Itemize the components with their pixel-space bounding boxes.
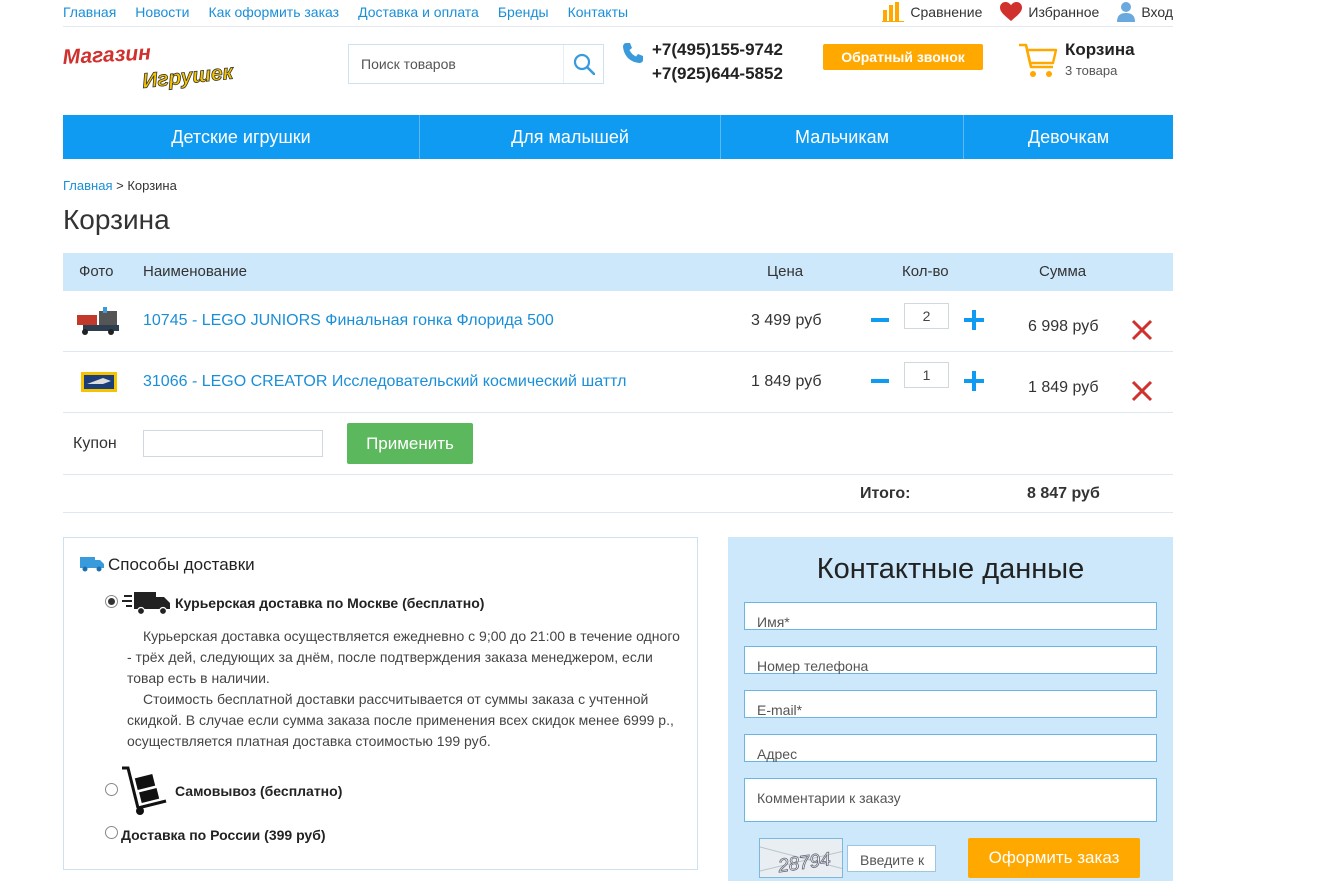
nav-boys[interactable]: Мальчикам <box>721 115 964 159</box>
main-nav: Детские игрушки Для малышей Мальчикам Де… <box>63 115 1173 159</box>
comment-field[interactable]: Комментарии к заказу <box>744 778 1157 822</box>
cart-title: Корзина <box>1065 40 1135 59</box>
remove-item-icon[interactable] <box>1131 380 1153 402</box>
increase-qty-button[interactable] <box>963 309 985 331</box>
courier-option-title[interactable]: Курьерская доставка по Москве (бесплатно… <box>175 595 484 611</box>
product-thumbnail[interactable] <box>75 305 123 337</box>
coupon-label: Купон <box>73 435 117 452</box>
user-icon <box>1117 2 1136 22</box>
courier-desc-text-1: Курьерская доставка осуществляется ежедн… <box>127 628 680 686</box>
col-photo: Фото <box>79 263 114 280</box>
courier-desc-text-2: Стоимость бесплатной доставки рассчитыва… <box>127 691 674 749</box>
phone-field[interactable]: Номер телефона <box>744 646 1157 674</box>
name-field[interactable]: Имя* <box>744 602 1157 630</box>
breadcrumb-current: Корзина <box>127 178 177 193</box>
hand-truck-icon <box>122 766 167 815</box>
page-title: Корзина <box>63 204 170 235</box>
callback-button[interactable]: Обратный звонок <box>823 44 983 70</box>
topnav-howto-link[interactable]: Как оформить заказ <box>209 4 340 20</box>
topnav-contacts-link[interactable]: Контакты <box>568 4 628 20</box>
compare-label: Сравнение <box>910 4 983 20</box>
total-row: Итого: 8 847 руб <box>63 476 1173 513</box>
pickup-radio[interactable] <box>105 783 118 796</box>
col-price: Цена <box>767 263 804 280</box>
email-field[interactable]: E-mail* <box>744 690 1157 718</box>
place-order-button[interactable]: Оформить заказ <box>968 838 1140 878</box>
svg-text:Магазин: Магазин <box>63 41 152 69</box>
pickup-option-title[interactable]: Самовывоз (бесплатно) <box>175 783 342 799</box>
svg-text:Игрушек: Игрушек <box>141 60 236 93</box>
search-button[interactable] <box>563 45 603 83</box>
compare-link[interactable]: Сравнение <box>882 2 982 22</box>
apply-coupon-button[interactable]: Применить <box>347 423 473 464</box>
product-thumbnail[interactable] <box>75 366 123 398</box>
heart-icon <box>1000 2 1023 21</box>
captcha-image: 28794 <box>759 838 843 878</box>
coupon-input[interactable] <box>143 430 323 457</box>
favorites-link[interactable]: Избранное <box>1000 2 1099 22</box>
topnav-delivery-link[interactable]: Доставка и оплата <box>358 4 479 20</box>
breadcrumb-home[interactable]: Главная <box>63 178 112 193</box>
logo-graphic: Магазин Игрушек <box>62 41 236 93</box>
quantity-input[interactable]: 1 <box>904 362 949 388</box>
product-name-link[interactable]: 10745 - LEGO JUNIORS Финальная гонка Фло… <box>143 312 554 330</box>
col-qty: Кол-во <box>902 263 949 280</box>
product-name-link[interactable]: 31066 - LEGO CREATOR Исследовательский к… <box>143 373 626 391</box>
topnav-home-link[interactable]: Главная <box>63 4 116 20</box>
contact-data-panel: Контактные данные Имя* Номер телефона E-… <box>728 537 1173 881</box>
phone-number-2[interactable]: +7(925)644-5852 <box>652 64 783 84</box>
search-box <box>348 44 604 84</box>
total-label: Итого: <box>860 485 911 502</box>
store-logo[interactable]: Магазин Игрушек <box>62 40 253 96</box>
login-label: Вход <box>1141 4 1173 20</box>
decrease-qty-button[interactable] <box>871 318 889 322</box>
col-name: Наименование <box>143 263 247 280</box>
courier-truck-icon <box>122 592 170 616</box>
search-icon <box>573 53 595 75</box>
breadcrumb-separator: > <box>116 178 124 193</box>
product-price: 3 499 руб <box>751 312 822 329</box>
top-bar: Главная Новости Как оформить заказ Доста… <box>63 0 1173 27</box>
delivery-methods-panel: Способы доставки Курьерская доставка по … <box>63 537 698 870</box>
col-sum: Сумма <box>1039 263 1087 280</box>
user-links: Сравнение Избранное Вход <box>864 2 1173 22</box>
nav-kids-toys[interactable]: Детские игрушки <box>63 115 420 159</box>
courier-radio[interactable] <box>105 595 118 608</box>
contact-title: Контактные данные <box>816 553 1085 585</box>
topnav-news-link[interactable]: Новости <box>135 4 189 20</box>
product-price: 1 849 руб <box>751 373 822 390</box>
table-row: 31066 - LEGO CREATOR Исследовательский к… <box>63 352 1173 413</box>
coupon-row: Купон Применить <box>63 413 1173 475</box>
phone-icon <box>623 43 643 63</box>
delivery-title: Способы доставки <box>108 555 255 574</box>
remove-item-icon[interactable] <box>1131 319 1153 341</box>
cart-icon <box>1019 43 1058 77</box>
row-sum: 6 998 руб <box>1028 318 1099 335</box>
search-input[interactable] <box>361 56 561 72</box>
quantity-input[interactable]: 2 <box>904 303 949 329</box>
topnav-brands-link[interactable]: Бренды <box>498 4 549 20</box>
top-nav: Главная Новости Как оформить заказ Доста… <box>63 4 647 20</box>
breadcrumb: Главная > Корзина <box>63 178 177 193</box>
decrease-qty-button[interactable] <box>871 379 889 383</box>
russia-delivery-option-title[interactable]: Доставка по России (399 руб) <box>121 827 326 843</box>
delivery-truck-icon <box>80 557 104 572</box>
total-value: 8 847 руб <box>1027 485 1100 502</box>
login-link[interactable]: Вход <box>1117 2 1173 22</box>
increase-qty-button[interactable] <box>963 370 985 392</box>
favorites-label: Избранное <box>1028 4 1100 20</box>
courier-description: Курьерская доставка осуществляется ежедн… <box>127 626 687 752</box>
cart-count: 3 товара <box>1065 63 1118 78</box>
address-field[interactable]: Адрес <box>744 734 1157 762</box>
phone-number-1[interactable]: +7(495)155-9742 <box>652 40 783 60</box>
captcha-input[interactable]: Введите к <box>847 845 936 872</box>
nav-girls[interactable]: Девочкам <box>964 115 1173 159</box>
russia-delivery-radio[interactable] <box>105 826 118 839</box>
row-sum: 1 849 руб <box>1028 379 1099 396</box>
bar-chart-icon <box>882 2 905 22</box>
table-row: 10745 - LEGO JUNIORS Финальная гонка Фло… <box>63 291 1173 352</box>
cart-table-header: Фото Наименование Цена Кол-во Сумма <box>63 253 1173 291</box>
nav-babies[interactable]: Для малышей <box>420 115 721 159</box>
